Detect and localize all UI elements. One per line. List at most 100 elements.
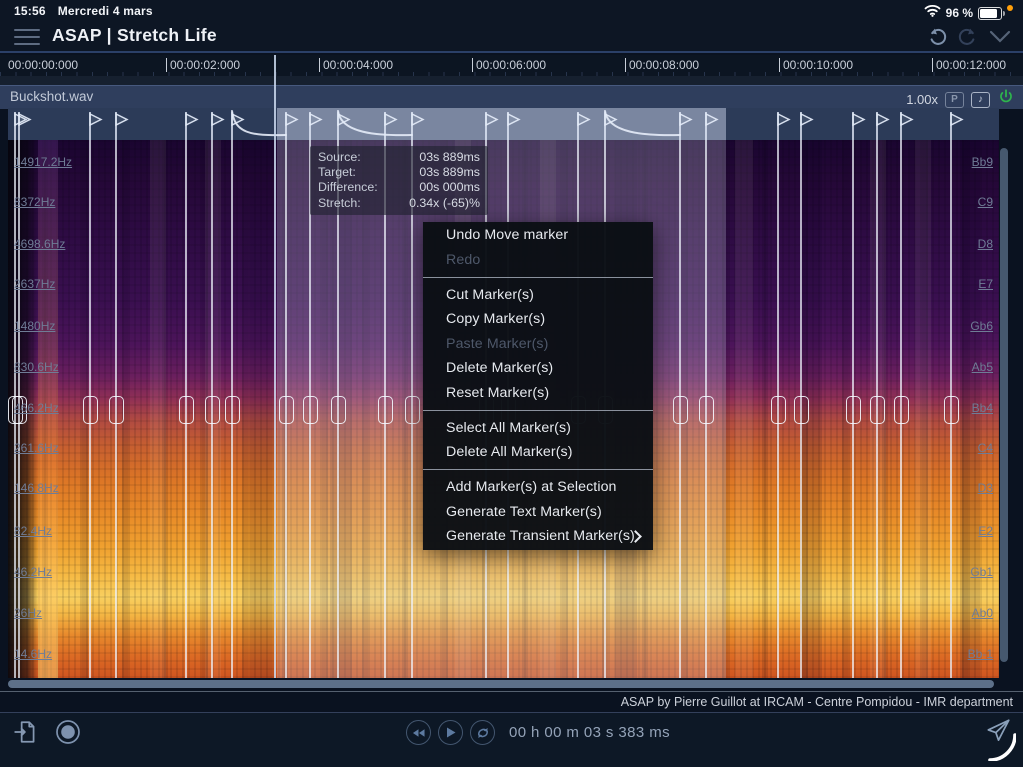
- marker-line[interactable]: [231, 140, 233, 678]
- battery-percent: 96 %: [946, 6, 973, 20]
- ruler-label: 00:00:00:000: [8, 58, 78, 72]
- marker-handle[interactable]: [794, 396, 809, 424]
- marker-handle[interactable]: [846, 396, 861, 424]
- marker-handle[interactable]: [225, 396, 240, 424]
- marker-flag[interactable]: [705, 110, 721, 140]
- marker-flag[interactable]: [900, 110, 916, 140]
- marker-flag[interactable]: [507, 110, 523, 140]
- marker-line[interactable]: [679, 140, 681, 678]
- import-file-icon[interactable]: [13, 719, 39, 750]
- rewind-button[interactable]: [406, 720, 431, 745]
- marker-handle[interactable]: [673, 396, 688, 424]
- menu-item-copy-marker-s[interactable]: Copy Marker(s): [423, 307, 653, 332]
- marker-flag[interactable]: [800, 110, 816, 140]
- marker-handle[interactable]: [771, 396, 786, 424]
- menu-item-delete-marker-s[interactable]: Delete Marker(s): [423, 356, 653, 381]
- menu-item-undo-move-marker[interactable]: Undo Move marker: [423, 223, 653, 248]
- marker-flag[interactable]: [89, 110, 105, 140]
- marker-handle[interactable]: [303, 396, 318, 424]
- marker-handle[interactable]: [179, 396, 194, 424]
- marker-flag[interactable]: [679, 110, 695, 140]
- marker-flag[interactable]: [285, 110, 301, 140]
- selection-lane[interactable]: [0, 76, 1023, 85]
- redo-icon[interactable]: [958, 27, 978, 51]
- marker-handle[interactable]: [944, 396, 959, 424]
- marker-line[interactable]: [852, 140, 854, 678]
- tooltip-label: Source:: [318, 150, 361, 165]
- credit-text: ASAP by Pierre Guillot at IRCAM - Centre…: [0, 691, 1023, 711]
- note-label: Bb-1: [968, 647, 993, 661]
- undo-icon[interactable]: [927, 27, 947, 51]
- playhead[interactable]: [274, 55, 276, 678]
- marker-handle[interactable]: [699, 396, 714, 424]
- marker-flag[interactable]: [876, 110, 892, 140]
- marker-handle[interactable]: [109, 396, 124, 424]
- marker-flag[interactable]: [337, 110, 353, 140]
- marker-line[interactable]: [211, 140, 213, 678]
- marker-line[interactable]: [777, 140, 779, 678]
- menu-item-add-marker-s-at-selection[interactable]: Add Marker(s) at Selection: [423, 475, 653, 500]
- horizontal-scrollbar[interactable]: [8, 680, 994, 688]
- menu-item-cut-marker-s[interactable]: Cut Marker(s): [423, 283, 653, 308]
- marker-flag[interactable]: [185, 110, 201, 140]
- marker-flag[interactable]: [384, 110, 400, 140]
- marker-flag[interactable]: [604, 110, 620, 140]
- menu-item-select-all-marker-s[interactable]: Select All Marker(s): [423, 416, 653, 441]
- timeline-ruler[interactable]: 00:00:00:00000:00:02:00000:00:04:00000:0…: [0, 55, 1023, 76]
- marker-flag[interactable]: [309, 110, 325, 140]
- menu-item-generate-transient-marker-s[interactable]: Generate Transient Marker(s): [423, 524, 653, 549]
- marker-flag[interactable]: [211, 110, 227, 140]
- marker-line[interactable]: [876, 140, 878, 678]
- spectrogram-dark-column: [250, 140, 272, 678]
- track-bar[interactable]: Buckshot.wav 1.00x P ♪: [0, 85, 1023, 109]
- marker-line[interactable]: [950, 140, 952, 678]
- marker-handle[interactable]: [331, 396, 346, 424]
- chevron-down-icon[interactable]: [989, 30, 1011, 48]
- comment-bubble-icon[interactable]: P: [945, 92, 964, 108]
- marker-flag[interactable]: [777, 110, 793, 140]
- marker-line[interactable]: [705, 140, 707, 678]
- horizontal-scroll-track[interactable]: [0, 678, 1023, 691]
- marker-handle[interactable]: [83, 396, 98, 424]
- note-label: C4: [978, 441, 993, 455]
- marker-handle[interactable]: [405, 396, 420, 424]
- power-toggle-icon[interactable]: [997, 88, 1015, 111]
- marker-handle[interactable]: [205, 396, 220, 424]
- spectrogram-bright-column: [150, 140, 166, 678]
- marker-handle[interactable]: [378, 396, 393, 424]
- marker-strip[interactable]: [8, 108, 999, 140]
- marker-handle[interactable]: [894, 396, 909, 424]
- record-button[interactable]: [55, 719, 81, 750]
- marker-line[interactable]: [185, 140, 187, 678]
- marker-flag[interactable]: [852, 110, 868, 140]
- time-readout: 00 h 00 m 03 s 383 ms: [509, 724, 670, 741]
- marker-line[interactable]: [411, 140, 413, 678]
- marker-flag[interactable]: [950, 110, 966, 140]
- loop-button[interactable]: [470, 720, 495, 745]
- marker-line[interactable]: [89, 140, 91, 678]
- marker-flag[interactable]: [231, 110, 247, 140]
- marker-flag[interactable]: [18, 110, 34, 140]
- menu-item-generate-text-marker-s[interactable]: Generate Text Marker(s): [423, 500, 653, 525]
- marker-line[interactable]: [285, 140, 287, 678]
- menu-item-delete-all-marker-s[interactable]: Delete All Marker(s): [423, 440, 653, 465]
- marker-line[interactable]: [800, 140, 802, 678]
- marker-line[interactable]: [900, 140, 902, 678]
- marker-handle[interactable]: [870, 396, 885, 424]
- marker-flag[interactable]: [485, 110, 501, 140]
- stretch-info-tooltip: Source:03s 889msTarget:03s 889msDifferen…: [310, 146, 488, 215]
- menu-item-reset-marker-s[interactable]: Reset Marker(s): [423, 381, 653, 406]
- tooltip-value: 0.34x (-65)%: [409, 196, 480, 211]
- vertical-scrollbar[interactable]: [1000, 148, 1008, 662]
- music-note-icon[interactable]: ♪: [971, 92, 990, 108]
- marker-line[interactable]: [309, 140, 311, 678]
- marker-line[interactable]: [384, 140, 386, 678]
- marker-flag[interactable]: [115, 110, 131, 140]
- marker-handle[interactable]: [279, 396, 294, 424]
- marker-flag[interactable]: [411, 110, 427, 140]
- marker-flag[interactable]: [577, 110, 593, 140]
- hamburger-menu-icon[interactable]: [14, 29, 40, 46]
- marker-line[interactable]: [115, 140, 117, 678]
- play-button[interactable]: [438, 720, 463, 745]
- marker-line[interactable]: [337, 140, 339, 678]
